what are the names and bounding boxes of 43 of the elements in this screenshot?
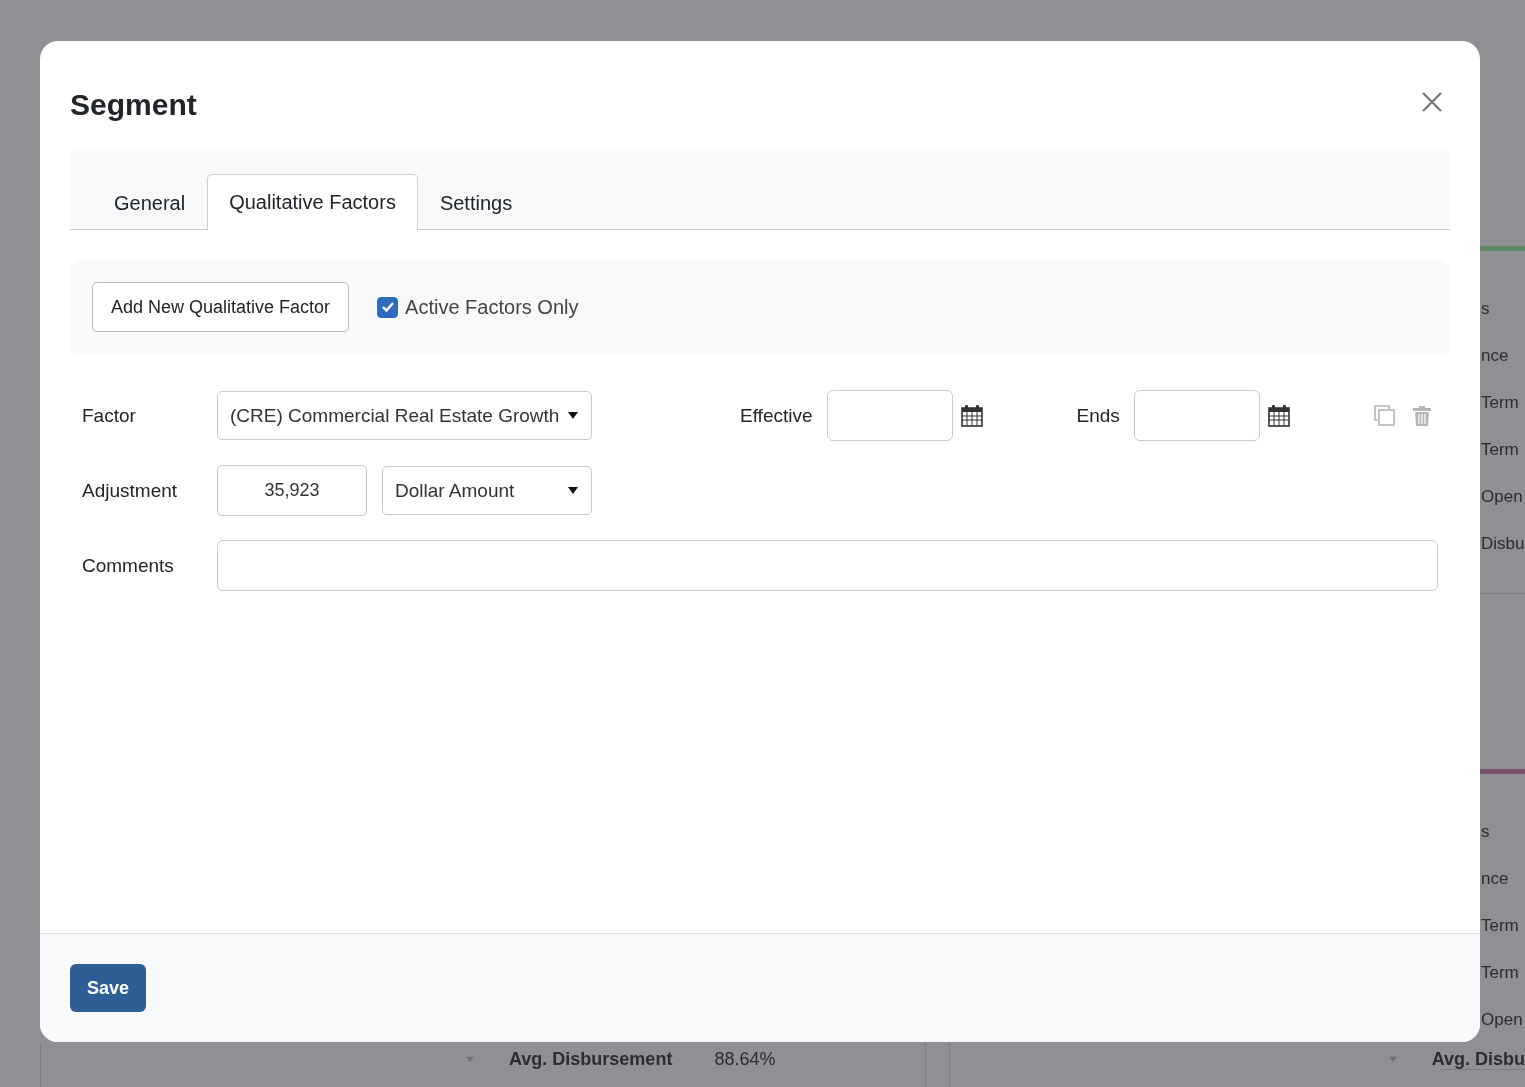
panel-label: Open: [1481, 1009, 1524, 1031]
check-icon: [380, 301, 395, 313]
metric-value: 88.64%: [714, 1049, 776, 1070]
panel-label: Open: [1481, 486, 1524, 508]
close-icon[interactable]: [1422, 92, 1442, 112]
metric-label: Avg. Disbursement: [509, 1049, 673, 1070]
type-select[interactable]: Dollar Amount: [382, 466, 592, 515]
add-factor-button[interactable]: Add New Qualitative Factor: [92, 282, 350, 332]
metric-label: Avg. Disbu: [1431, 1049, 1525, 1070]
caret-icon: [567, 486, 579, 495]
field-label: Comments: [82, 554, 175, 577]
save-button[interactable]: Save: [70, 964, 146, 1012]
caret-icon: [465, 1056, 475, 1063]
panel-label: Term: [1481, 439, 1520, 461]
checkbox[interactable]: [377, 296, 399, 318]
trash-icon[interactable]: [1412, 405, 1431, 426]
tab[interactable]: Qualitative Factors: [207, 174, 418, 230]
comments-field[interactable]: [217, 540, 1438, 591]
checkbox-label: Active Factors Only: [405, 295, 579, 319]
date-field[interactable]: [826, 390, 953, 441]
calendar-icon[interactable]: [960, 404, 983, 427]
factor-select[interactable]: (CRE) Commercial Real Estate Growth: [217, 391, 592, 440]
panel-label: nce: [1481, 868, 1510, 890]
caret-icon: [567, 411, 579, 420]
panel-label: Term: [1481, 962, 1520, 984]
panel-label: Disbu: [1481, 533, 1525, 555]
panel-label: Term: [1481, 915, 1520, 937]
tab[interactable]: General: [92, 175, 208, 230]
tab[interactable]: Settings: [417, 175, 535, 230]
caret-icon: [1387, 1056, 1398, 1063]
field-label: Adjustment: [82, 479, 179, 502]
field-label: Factor: [82, 404, 137, 427]
date-field[interactable]: [1133, 390, 1260, 441]
calendar-icon[interactable]: [1267, 404, 1290, 427]
panel-label: Term: [1481, 392, 1520, 414]
amount-field[interactable]: 35,923: [217, 465, 367, 516]
field-label: Effective: [740, 404, 813, 427]
copy-icon[interactable]: [1373, 405, 1395, 426]
panel-label: s: [1481, 298, 1491, 320]
panel-label: nce: [1481, 345, 1510, 367]
field-label: Ends: [1076, 404, 1120, 427]
panel-label: s: [1481, 821, 1491, 843]
dialog-title: Segment: [70, 88, 197, 122]
